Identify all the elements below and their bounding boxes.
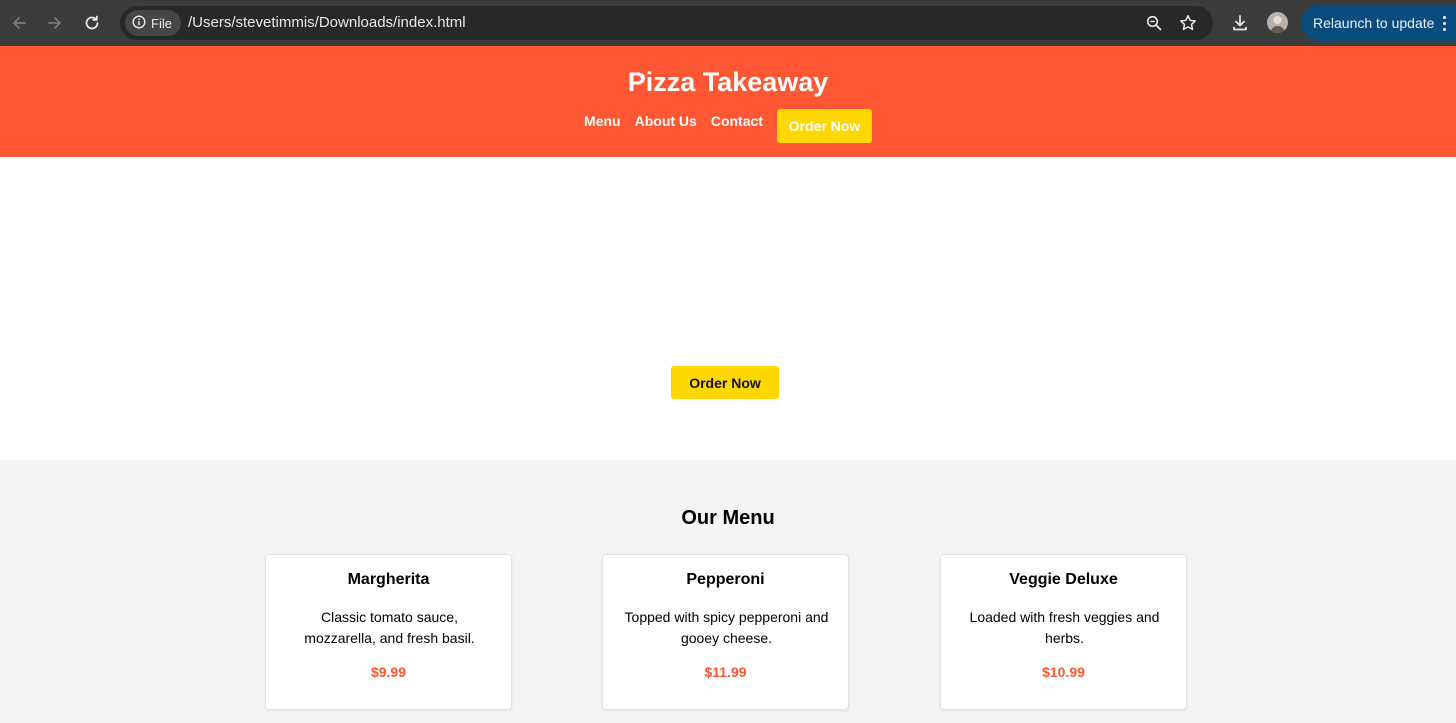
forward-icon[interactable] — [43, 11, 67, 35]
menu-card-pepperoni: Pepperoni Topped with spicy pepperoni an… — [602, 554, 849, 710]
zoom-icon[interactable] — [1142, 11, 1166, 35]
back-icon[interactable] — [7, 11, 31, 35]
hero-section: Order Now — [0, 157, 1456, 460]
menu-item-description: Loaded with fresh veggies and herbs. — [969, 609, 1160, 646]
menu-item-price: $9.99 — [370, 664, 407, 680]
relaunch-label: Relaunch to update — [1313, 15, 1435, 31]
site-info-chip[interactable]: File — [125, 10, 181, 36]
menu-card-margherita: Margherita Classic tomato sauce, mozzare… — [265, 554, 512, 710]
site-info-label: File — [151, 15, 172, 31]
info-icon — [132, 14, 146, 32]
menu-item-price: $10.99 — [1042, 664, 1085, 680]
nav-link-contact[interactable]: Contact — [711, 109, 763, 129]
menu-section: Our Menu Margherita Classic tomato sauce… — [0, 460, 1456, 723]
menu-card-veggie-deluxe: Veggie Deluxe Loaded with fresh veggies … — [940, 554, 1187, 710]
nav-link-menu[interactable]: Menu — [584, 109, 621, 129]
menu-title: Our Menu — [681, 507, 775, 529]
relaunch-to-update-button[interactable]: Relaunch to update — [1301, 5, 1456, 41]
header-order-now-button[interactable]: Order Now — [776, 109, 872, 143]
menu-item-description: Classic tomato sauce, mozzarella, and fr… — [304, 609, 475, 646]
profile-avatar[interactable] — [1267, 12, 1288, 33]
address-bar[interactable]: File /Users/stevetimmis/Downloads/index.… — [120, 6, 1213, 40]
menu-item-name: Pepperoni — [686, 571, 765, 588]
menu-item-price: $11.99 — [704, 664, 747, 680]
menu-item-description: Topped with spicy pepperoni and gooey ch… — [624, 609, 829, 646]
site-title: Pizza Takeaway — [627, 67, 829, 97]
star-icon[interactable] — [1176, 11, 1200, 35]
site-nav: Menu About Us Contact Order Now — [0, 109, 1456, 143]
site-header: Pizza Takeaway Menu About Us Contact Ord… — [0, 46, 1456, 157]
url-text[interactable]: /Users/stevetimmis/Downloads/index.html — [188, 14, 466, 31]
more-icon[interactable] — [1438, 11, 1450, 35]
menu-item-name: Veggie Deluxe — [1009, 571, 1118, 588]
browser-toolbar: File /Users/stevetimmis/Downloads/index.… — [0, 0, 1456, 46]
reload-icon[interactable] — [80, 11, 104, 35]
hero-order-now-button[interactable]: Order Now — [671, 366, 779, 399]
nav-link-about-us[interactable]: About Us — [635, 109, 697, 129]
menu-item-name: Margherita — [347, 571, 430, 588]
download-icon[interactable] — [1228, 11, 1252, 35]
